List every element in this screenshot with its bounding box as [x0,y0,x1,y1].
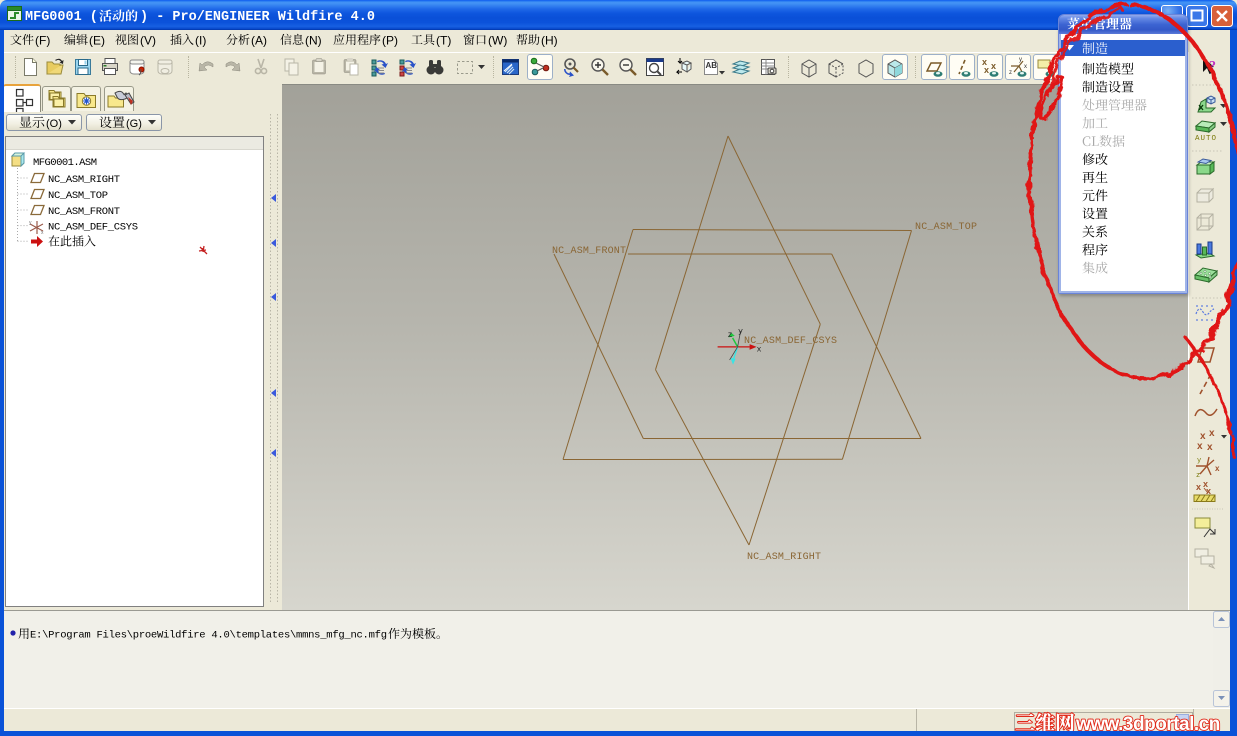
svg-text:MFG0001.ASM: MFG0001.ASM [33,157,97,169]
svg-text:MFG0001 (: MFG0001 ( [25,10,98,25]
svg-text:AUTO: AUTO [1195,135,1216,143]
svg-text:z: z [1196,472,1200,480]
svg-text:(H): (H) [541,34,558,48]
svg-text:x: x [41,230,44,236]
svg-text:x: x [757,345,762,354]
svg-text:NC_ASM_TOP: NC_ASM_TOP [48,190,108,202]
svg-text:y: y [1197,457,1201,465]
svg-text:x: x [1196,482,1201,492]
svg-text:(T): (T) [436,34,451,48]
svg-text:(N): (N) [305,34,322,48]
svg-text:(O): (O) [46,118,62,130]
svg-text:AB: AB [706,61,718,70]
svg-text:x: x [984,65,989,75]
svg-text:z: z [728,331,733,340]
svg-text:(I): (I) [195,34,206,48]
svg-text:(E): (E) [89,34,105,48]
svg-text:(P): (P) [382,34,398,48]
svg-text:x: x [1024,64,1027,70]
svg-text:x: x [1215,464,1220,473]
svg-text:x: x [1207,442,1213,453]
svg-text:z: z [1009,70,1012,76]
svg-text:(F): (F) [35,34,50,48]
svg-text:(G): (G) [126,118,142,130]
svg-text:?: ? [1209,59,1216,74]
svg-text:NC_ASM_FRONT: NC_ASM_FRONT [48,206,120,218]
svg-text:E:\Program Files\proeWildfire: E:\Program Files\proeWildfire 4.0\templa… [30,630,387,642]
svg-text:(V): (V) [140,34,156,48]
svg-text:y: y [1019,57,1022,63]
svg-text:x: x [991,61,996,71]
svg-text:(A): (A) [251,34,267,48]
svg-text:NC_ASM_RIGHT: NC_ASM_RIGHT [48,174,120,186]
svg-text:) - Pro/ENGINEER Wildfire 4.0: ) - Pro/ENGINEER Wildfire 4.0 [140,10,375,25]
svg-text:NC_ASM_RIGHT: NC_ASM_RIGHT [747,552,821,563]
svg-text:x: x [1197,441,1203,452]
svg-text:x: x [1209,428,1215,439]
svg-text:NC_ASM_TOP: NC_ASM_TOP [915,222,977,233]
svg-text:NC_ASM_DEF_CSYS: NC_ASM_DEF_CSYS [48,222,138,234]
svg-text:(W): (W) [488,34,507,48]
svg-text:NC_ASM_FRONT: NC_ASM_FRONT [552,246,626,257]
svg-text:y: y [738,327,743,336]
